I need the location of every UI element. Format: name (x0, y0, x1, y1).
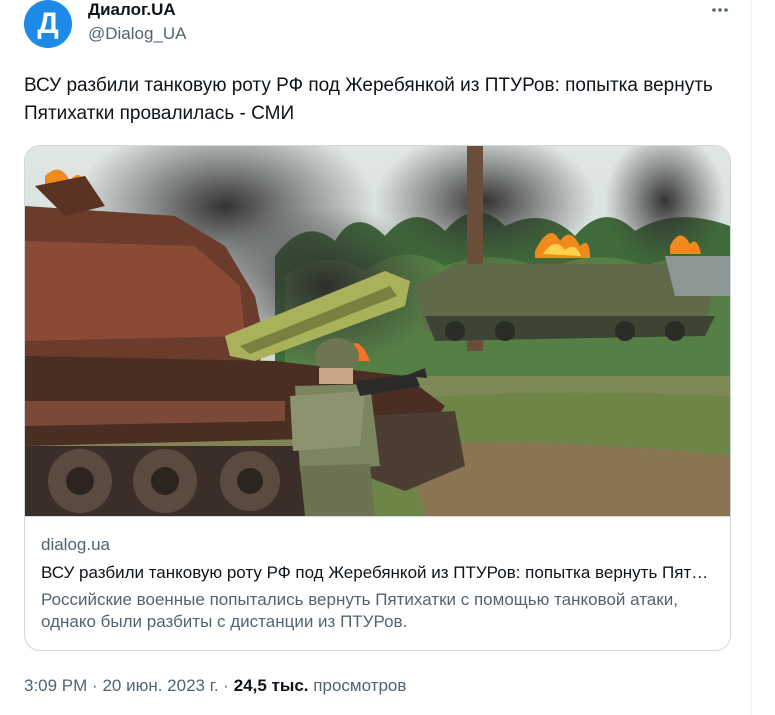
tweet-date: 20 июн. 2023 г. (102, 676, 219, 695)
card-domain: dialog.ua (41, 535, 111, 554)
card-description: Российские военные попытались вернуть Пя… (41, 590, 678, 631)
link-card[interactable]: dialog.ua ВСУ разбили танковую роту РФ п… (24, 145, 731, 651)
tweet-text: ВСУ разбили танковую роту РФ под Жеребян… (24, 75, 713, 124)
more-options-button[interactable] (706, 0, 734, 24)
tweet-meta: 3:09 PM · 20 июн. 2023 г. · 24,5 тыс. пр… (24, 676, 406, 696)
author-handle[interactable]: @Dialog_UA (88, 24, 187, 44)
meta-separator: · (92, 676, 98, 695)
views-count[interactable]: 24,5 тыс. (234, 676, 309, 695)
meta-separator: · (223, 676, 229, 695)
more-icon (712, 8, 728, 12)
avatar[interactable]: Д (24, 0, 72, 48)
tweet-time: 3:09 PM (24, 676, 88, 695)
views-label: просмотров (313, 676, 407, 695)
card-title: ВСУ разбили танковую роту РФ под Жеребян… (41, 563, 711, 582)
author-name[interactable]: Диалог.UA (88, 0, 176, 20)
card-meta[interactable]: dialog.ua ВСУ разбили танковую роту РФ п… (25, 516, 730, 650)
news-photo-image[interactable] (25, 146, 730, 516)
avatar-letter: Д (37, 7, 59, 40)
tweet: Д Диалог.UA @Dialog_UA ВСУ разбили танко… (0, 0, 752, 715)
tweet-time-link[interactable]: 3:09 PM · 20 июн. 2023 г. (24, 676, 219, 695)
